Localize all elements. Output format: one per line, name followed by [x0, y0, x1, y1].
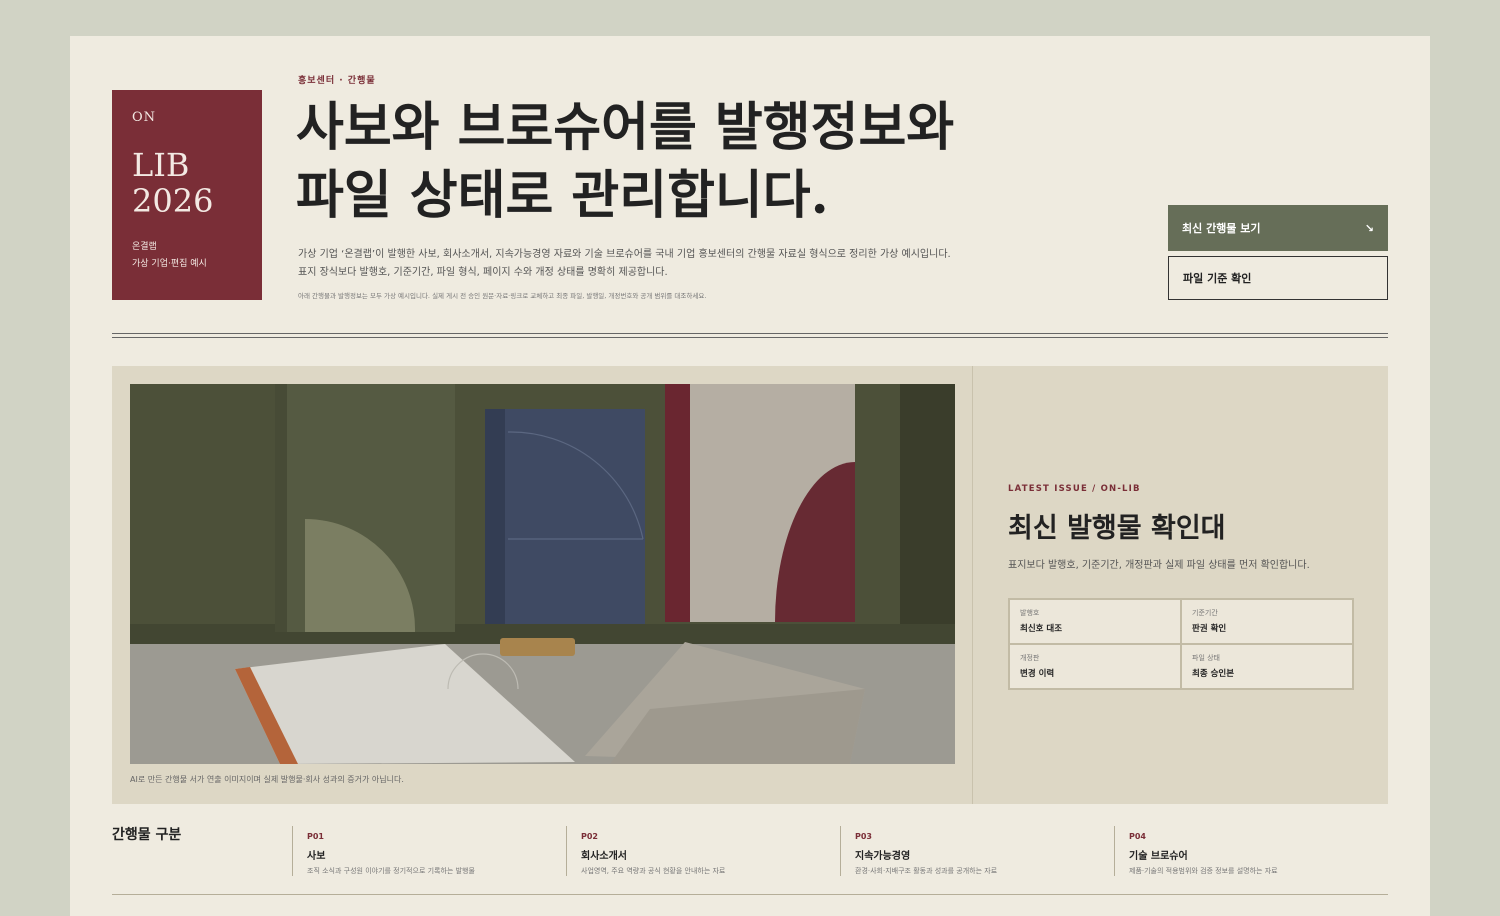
category-code: P02	[581, 832, 598, 841]
desc-line-2: 표지 장식보다 발행호, 기준기간, 파일 형식, 페이지 수와 개정 상태를 …	[298, 267, 668, 278]
desc-line-1: 가상 기업 ‘온결랩’이 발행한 사보, 회사소개서, 지속가능경영 자료와 기…	[298, 249, 951, 260]
info-label: 파일 상태	[1192, 654, 1220, 662]
category-desc: 사업영역, 주요 역량과 공식 현황을 안내하는 자료	[581, 867, 726, 875]
logo-tagline: 가상 기업·편집 예시	[132, 259, 207, 269]
info-period: 기준기간 판권 확인	[1181, 599, 1353, 644]
hero-description: 가상 기업 ‘온결랩’이 발행한 사보, 회사소개서, 지속가능경영 자료와 기…	[298, 246, 998, 282]
logo-wordmark: LIB 2026	[132, 147, 242, 219]
info-value: 최신호 대조	[1020, 624, 1063, 634]
double-divider	[112, 333, 1388, 338]
category-name: 회사소개서	[581, 851, 627, 862]
image-caption: AI로 만든 간행물 서가 연출 이미지이며 실제 발행물·회사 성과의 증거가…	[130, 775, 404, 784]
disclaimer-note: 아래 간행물과 발행정보는 모두 가상 예시입니다. 실제 게시 전 승인 원문…	[298, 292, 707, 300]
logo-year: 2026	[132, 182, 214, 220]
category-name: 사보	[307, 851, 326, 862]
info-file-status: 파일 상태 최종 승인본	[1181, 644, 1353, 689]
info-label: 개정판	[1020, 654, 1040, 662]
info-value: 판권 확인	[1192, 624, 1227, 634]
category-code: P01	[307, 832, 324, 841]
category-item[interactable]: P03 지속가능경영 환경·사회·지배구조 활동과 성과를 공개하는 자료	[840, 826, 1100, 876]
logo-lib: LIB	[132, 146, 190, 184]
category-desc: 환경·사회·지배구조 활동과 성과를 공개하는 자료	[855, 867, 998, 875]
category-desc: 조직 소식과 구성원 이야기를 정기적으로 기록하는 발행물	[307, 867, 475, 875]
category-code: P04	[1129, 832, 1146, 841]
info-revision: 개정판 변경 이력	[1009, 644, 1181, 689]
brand-logo[interactable]: ON LIB 2026 온결랩 가상 기업·편집 예시	[112, 90, 262, 300]
view-latest-label: 최신 간행물 보기	[1182, 222, 1261, 235]
latest-feature: AI로 만든 간행물 서가 연출 이미지이며 실제 발행물·회사 성과의 증거가…	[112, 366, 1388, 804]
category-desc: 제품·기술의 적용범위와 검증 정보를 설명하는 자료	[1129, 867, 1278, 875]
feature-divider	[972, 366, 973, 804]
category-item[interactable]: P02 회사소개서 사업영역, 주요 역량과 공식 현황을 안내하는 자료	[566, 826, 826, 876]
page-title: 사보와 브로슈어를 발행정보와 파일 상태로 관리합니다.	[296, 94, 1116, 230]
title-line-2: 파일 상태로 관리합니다.	[296, 165, 829, 226]
info-value: 최종 승인본	[1192, 669, 1235, 679]
info-label: 발행호	[1020, 609, 1040, 617]
category-name: 기술 브로슈어	[1129, 851, 1188, 862]
file-criteria-label: 파일 기준 확인	[1183, 272, 1252, 285]
arrow-down-right-icon: ↘	[1364, 221, 1374, 235]
bottom-divider	[112, 894, 1388, 895]
category-name: 지속가능경영	[855, 851, 911, 862]
title-line-1: 사보와 브로슈어를 발행정보와	[296, 97, 955, 158]
latest-eyebrow: LATEST ISSUE / ON-LIB	[1008, 484, 1141, 494]
view-latest-button[interactable]: 최신 간행물 보기 ↘	[1168, 205, 1388, 251]
info-issue: 발행호 최신호 대조	[1009, 599, 1181, 644]
logo-on: ON	[132, 110, 157, 125]
file-criteria-button[interactable]: 파일 기준 확인	[1168, 256, 1388, 300]
section-eyebrow: 홍보센터 · 간행물	[298, 76, 376, 86]
page: ON LIB 2026 온결랩 가상 기업·편집 예시 홍보센터 · 간행물 사…	[70, 36, 1430, 916]
info-label: 기준기간	[1192, 609, 1218, 617]
category-item[interactable]: P01 사보 조직 소식과 구성원 이야기를 정기적으로 기록하는 발행물	[292, 826, 552, 876]
shelf-illustration	[130, 384, 955, 764]
publication-info-grid: 발행호 최신호 대조 기준기간 판권 확인 개정판 변경 이력 파일 상태 최종…	[1008, 598, 1354, 690]
publication-shelf-image	[130, 384, 955, 764]
categories-title: 간행물 구분	[112, 827, 182, 843]
latest-description: 표지보다 발행호, 기준기간, 개정판과 실제 파일 상태를 먼저 확인합니다.	[1008, 560, 1310, 571]
latest-title: 최신 발행물 확인대	[1008, 513, 1226, 544]
info-value: 변경 이력	[1020, 669, 1055, 679]
logo-company: 온결랩	[132, 242, 157, 252]
category-code: P03	[855, 832, 872, 841]
category-item[interactable]: P04 기술 브로슈어 제품·기술의 적용범위와 검증 정보를 설명하는 자료	[1114, 826, 1374, 876]
